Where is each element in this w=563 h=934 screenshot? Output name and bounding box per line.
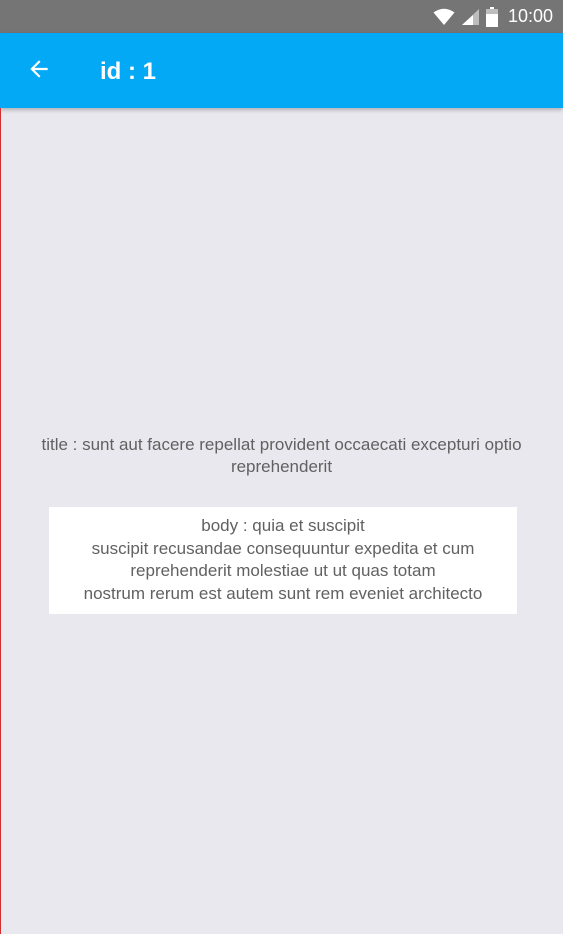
page-title: id : 1 [100, 58, 157, 85]
post-body-line: reprehenderit molestiae ut ut quas totam [130, 561, 436, 580]
status-time: 10:00 [507, 6, 553, 26]
post-body-card: body : quia et suscipit suscipit recusan… [49, 507, 517, 614]
signal-icon [461, 8, 480, 26]
post-body-line: nostrum rerum est autem sunt rem eveniet… [83, 583, 483, 603]
app-bar: id : 1 [0, 33, 563, 108]
status-icons: 10:00 [433, 0, 553, 33]
status-bar: 10:00 [0, 0, 563, 33]
battery-icon [485, 6, 498, 27]
arrow-back-icon [26, 56, 52, 87]
back-button[interactable] [18, 50, 60, 92]
post-body-line: suscipit recusandae consequuntur expedit… [91, 538, 475, 558]
post-detail: title : sunt aut facere repellat provide… [0, 108, 563, 934]
post-title: title : sunt aut facere repellat provide… [41, 435, 522, 476]
wifi-icon [433, 8, 455, 26]
post-body-line: body : quia et suscipit [201, 516, 365, 535]
